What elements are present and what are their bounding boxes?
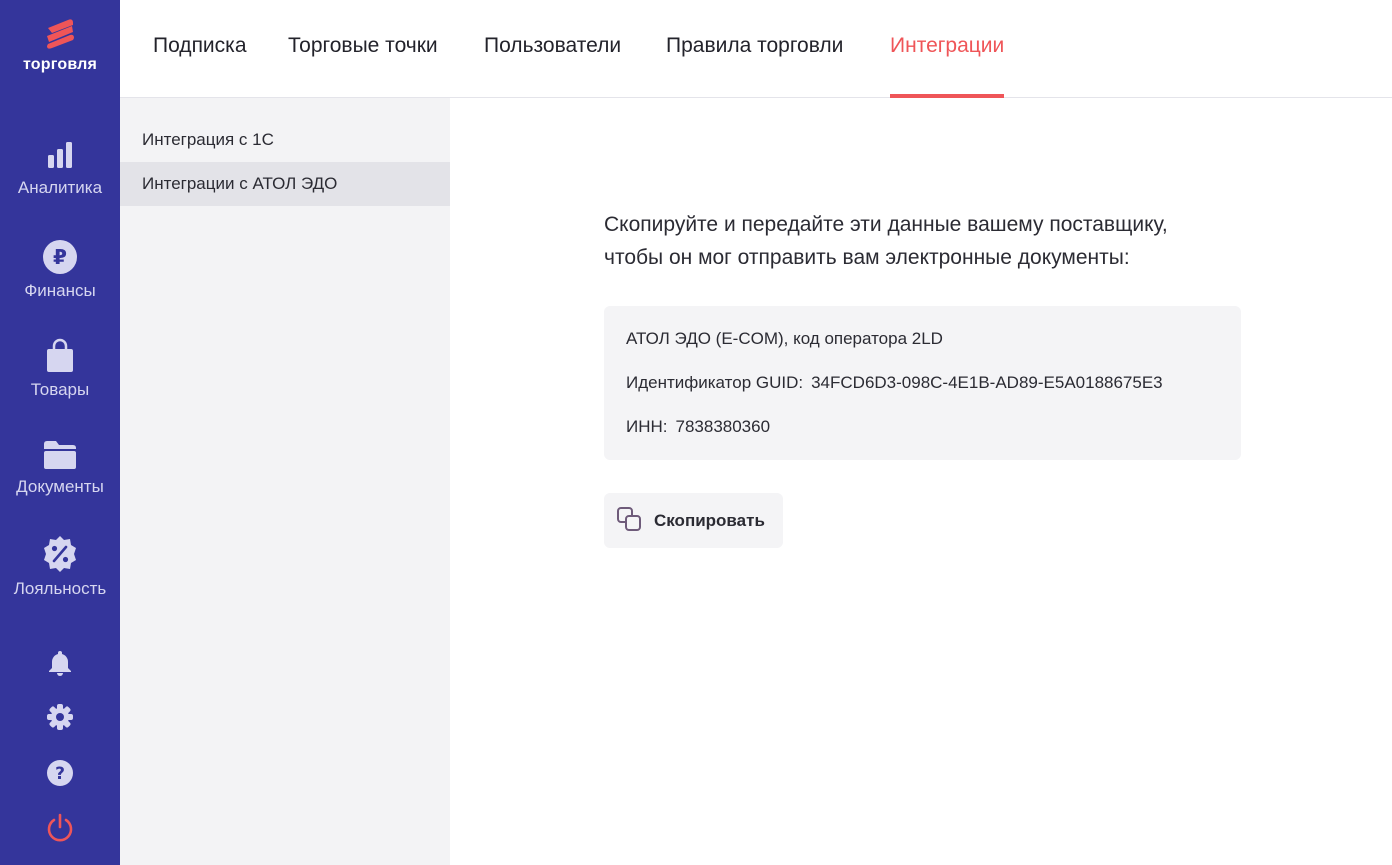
ruble-coin-icon: ₽ — [0, 239, 120, 275]
rail-item-analytics[interactable]: Аналитика — [0, 140, 120, 198]
operator-line: АТОЛ ЭДО (E-COM), код оператора 2LD — [626, 326, 1219, 370]
help-icon: ? — [46, 759, 74, 792]
guid-value: 34FCD6D3-098C-4E1B-AD89-E5A0188675E3 — [811, 373, 1163, 392]
copy-icon — [616, 506, 642, 535]
folder-icon — [0, 439, 120, 471]
rail-item-documents[interactable]: Документы — [0, 439, 120, 497]
rail-item-products[interactable]: Товары — [0, 338, 120, 400]
subnav-item-atol-edo[interactable]: Интеграции с АТОЛ ЭДО — [120, 162, 450, 206]
rail-item-label: Финансы — [24, 281, 96, 300]
rail-item-label: Аналитика — [17, 178, 103, 197]
brand-name: торговля — [22, 56, 98, 73]
inn-value: 7838380360 — [675, 417, 771, 436]
edo-details-box: АТОЛ ЭДО (E-COM), код оператора 2LD Иден… — [604, 306, 1241, 460]
inn-line: ИНН: 7838380360 — [626, 414, 1219, 458]
guid-line: Идентификатор GUID: 34FCD6D3-098C-4E1B-AD… — [626, 370, 1219, 414]
bell-icon — [47, 649, 73, 682]
tab-users[interactable]: Пользователи — [484, 0, 621, 98]
guid-label: Идентификатор GUID: — [626, 373, 804, 392]
main-sidebar: торговля Аналитика ₽ Финансы Товары Доку… — [0, 0, 120, 865]
instructions-text: Скопируйте и передайте эти данные вашему… — [604, 208, 1244, 274]
instructions-line-1: Скопируйте и передайте эти данные вашему… — [604, 213, 1168, 236]
brand[interactable]: торговля — [0, 18, 120, 74]
subnav-item-1c[interactable]: Интеграция с 1С — [120, 118, 450, 162]
tab-trade-rules[interactable]: Правила торговли — [666, 0, 843, 98]
integrations-subnav: Интеграция с 1С Интеграции с АТОЛ ЭДО — [120, 98, 450, 865]
svg-text:₽: ₽ — [53, 245, 67, 269]
tab-stores[interactable]: Торговые точки — [288, 0, 438, 98]
rail-item-label: Документы — [16, 477, 104, 496]
notifications-button[interactable] — [44, 649, 76, 681]
settings-button[interactable] — [44, 703, 76, 735]
top-tab-bar: Подписка Торговые точки Пользователи Пра… — [120, 0, 1392, 98]
logout-button[interactable] — [44, 813, 76, 848]
operator-text: АТОЛ ЭДО (E-COM), код оператора 2LD — [626, 329, 943, 348]
rail-item-label: Лояльность — [13, 579, 107, 598]
main-content: Скопируйте и передайте эти данные вашему… — [604, 208, 1244, 548]
torgovlya-logo-icon — [0, 18, 120, 50]
app-root: торговля Аналитика ₽ Финансы Товары Доку… — [0, 0, 1392, 865]
shopping-bag-icon — [0, 338, 120, 374]
bar-chart-icon — [0, 140, 120, 172]
rail-item-finance[interactable]: ₽ Финансы — [0, 239, 120, 301]
power-icon — [45, 813, 75, 848]
help-button[interactable]: ? — [44, 759, 76, 791]
svg-text:?: ? — [55, 764, 65, 784]
discount-badge-icon — [0, 535, 120, 573]
copy-button-label: Скопировать — [654, 510, 765, 530]
inn-label: ИНН: — [626, 417, 668, 436]
instructions-line-2: чтобы он мог отправить вам электронные д… — [604, 246, 1130, 269]
gear-icon — [46, 703, 74, 736]
tab-subscription[interactable]: Подписка — [153, 0, 247, 98]
copy-button[interactable]: Скопировать — [604, 493, 783, 548]
rail-item-label: Товары — [30, 380, 90, 399]
rail-item-loyalty[interactable]: Лояльность — [0, 535, 120, 599]
tab-integrations[interactable]: Интеграции — [890, 0, 1005, 98]
